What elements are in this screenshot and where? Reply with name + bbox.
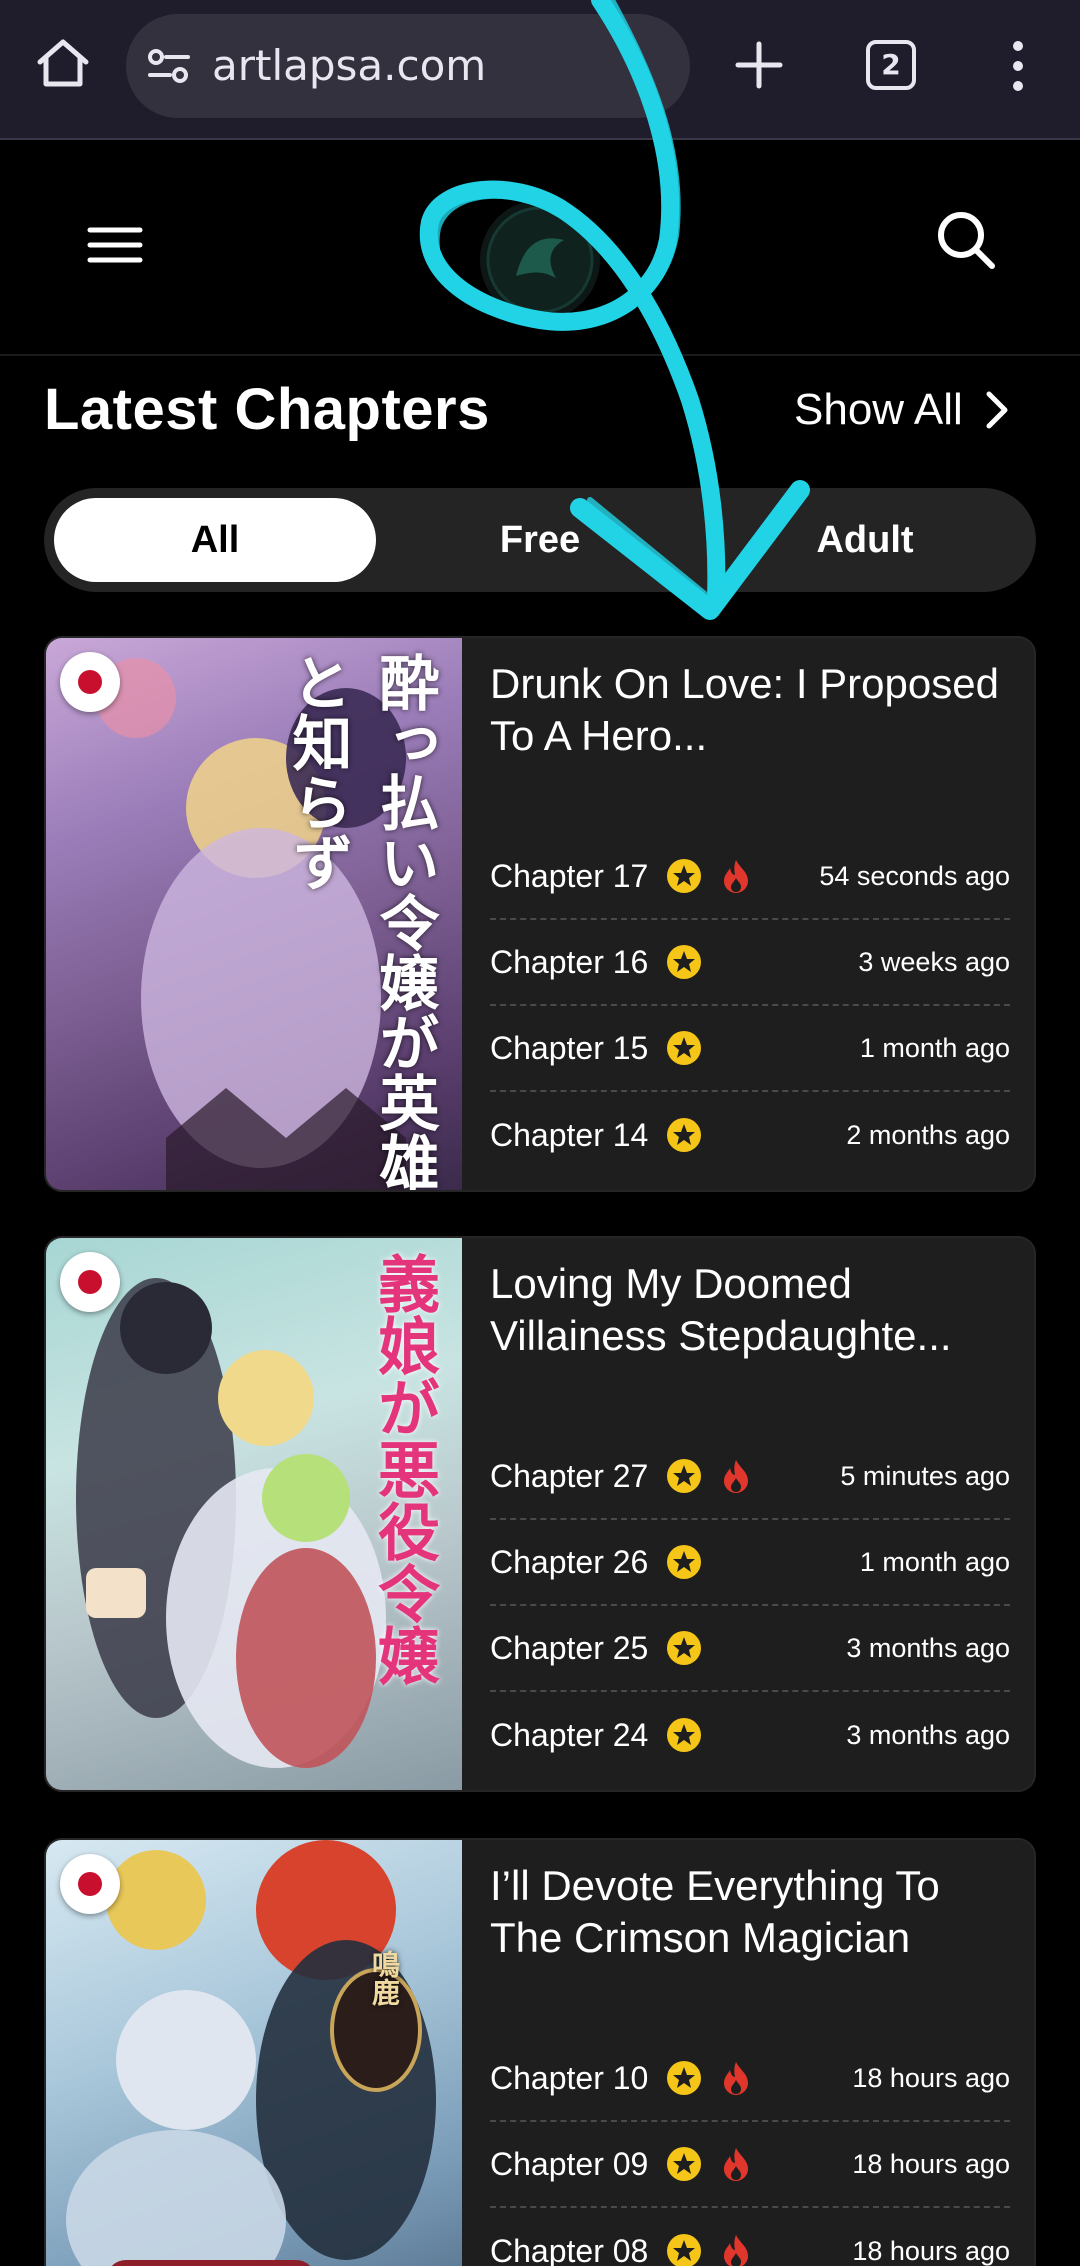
series-card[interactable]: 義娘が悪役令嬢 Loving My Doomed Villainess Step… [44, 1236, 1036, 1792]
chapter-name: Chapter 08 [490, 2232, 649, 2266]
chapter-name: Chapter 10 [490, 2059, 649, 2096]
chapter-name: Chapter 15 [490, 1029, 649, 1066]
chapter-list: Chapter 17 54 seconds ago Chapter 16 3 w… [490, 834, 1010, 1178]
chapter-row[interactable]: Chapter 16 3 weeks ago [490, 920, 1010, 1006]
star-badge-icon [667, 2061, 702, 2095]
chapter-time: 54 seconds ago [819, 860, 1010, 891]
fire-hot-icon [724, 2062, 749, 2095]
chapter-time: 3 months ago [846, 1719, 1010, 1750]
chapter-time: 3 months ago [846, 1632, 1010, 1663]
url-text: artlapsa.com [212, 41, 487, 90]
series-cover[interactable]: 義娘が悪役令嬢 [46, 1238, 462, 1790]
chapter-time: 1 month ago [859, 1546, 1010, 1577]
fire-hot-icon [724, 1460, 749, 1493]
series-title[interactable]: I’ll Devote Everything To The Crimson Ma… [490, 1860, 1010, 1964]
chapter-name: Chapter 09 [490, 2145, 649, 2182]
filter-tabs: All Free Adult [44, 488, 1036, 592]
chapter-row[interactable]: Chapter 25 3 months ago [490, 1606, 1010, 1692]
chapter-row[interactable]: Chapter 15 1 month ago [490, 1006, 1010, 1092]
tab-free[interactable]: Free [379, 498, 701, 582]
chapter-row[interactable]: Chapter 26 1 month ago [490, 1520, 1010, 1606]
star-badge-icon [667, 1631, 702, 1665]
fire-hot-icon [724, 2235, 749, 2266]
site-logo[interactable] [480, 200, 600, 320]
site-header [0, 140, 1080, 356]
japan-flag-icon [60, 652, 120, 712]
chapter-row[interactable]: Chapter 14 2 months ago [490, 1092, 1010, 1178]
chapter-name: Chapter 17 [490, 857, 649, 894]
home-icon[interactable] [34, 34, 92, 92]
show-all-link[interactable]: Show All [794, 380, 1011, 440]
chapter-time: 18 hours ago [852, 2235, 1010, 2266]
chapter-name: Chapter 16 [490, 943, 649, 980]
hamburger-menu-icon[interactable] [86, 222, 144, 268]
series-title[interactable]: Loving My Doomed Villainess Stepdaughte.… [490, 1258, 1010, 1362]
chapter-list: Chapter 27 5 minutes ago Chapter 26 1 mo… [490, 1434, 1010, 1778]
chapter-name: Chapter 24 [490, 1716, 649, 1753]
cover-title-text: 義娘が悪役令嬢 [367, 1252, 440, 1686]
series-card[interactable]: 鳴鹿 I’ll Devote Everything To The Crimson… [44, 1838, 1036, 2266]
chapter-name: Chapter 26 [490, 1543, 649, 1580]
chevron-right-icon [986, 391, 1008, 429]
chapter-row[interactable]: Chapter 09 18 hours ago [490, 2122, 1010, 2208]
star-badge-icon [667, 2147, 702, 2181]
chapter-name: Chapter 25 [490, 1629, 649, 1666]
chapter-time: 18 hours ago [852, 2148, 1010, 2179]
chapter-time: 5 minutes ago [840, 1460, 1010, 1491]
search-icon[interactable] [934, 208, 998, 272]
japan-flag-icon [60, 1854, 120, 1914]
new-tab-icon[interactable] [730, 36, 788, 94]
chapter-time: 18 hours ago [852, 2062, 1010, 2093]
chapter-row[interactable]: Chapter 10 18 hours ago [490, 2036, 1010, 2122]
chapter-list: Chapter 10 18 hours ago Chapter 09 18 ho… [490, 2036, 1010, 2266]
chapter-row[interactable]: Chapter 24 3 months ago [490, 1692, 1010, 1778]
latest-chapters-heading: Latest Chapters [44, 377, 490, 442]
fire-hot-icon [724, 2148, 749, 2181]
series-title[interactable]: Drunk On Love: I Proposed To A Hero... [490, 658, 1010, 762]
star-badge-icon [667, 1545, 702, 1579]
site-settings-icon[interactable] [146, 46, 192, 86]
star-badge-icon [667, 1031, 702, 1065]
address-bar[interactable]: artlapsa.com [126, 14, 690, 118]
chapter-name: Chapter 27 [490, 1457, 649, 1494]
chapter-time: 2 months ago [846, 1119, 1010, 1150]
series-cover[interactable]: 鳴鹿 [46, 1840, 462, 2266]
fire-hot-icon [724, 860, 749, 893]
star-badge-icon [667, 859, 702, 893]
tab-adult[interactable]: Adult [704, 498, 1026, 582]
tab-all[interactable]: All [54, 498, 376, 582]
star-badge-icon [667, 1459, 702, 1493]
series-card[interactable]: 酔っ払い令嬢が英雄と知らず Drunk On Love: I Proposed … [44, 636, 1036, 1192]
chapter-time: 3 weeks ago [858, 946, 1010, 977]
show-all-label: Show All [794, 385, 963, 434]
star-badge-icon [667, 1118, 702, 1152]
browser-toolbar: artlapsa.com 2 [0, 0, 1080, 140]
star-badge-icon [667, 945, 702, 979]
chapter-name: Chapter 14 [490, 1116, 649, 1153]
star-badge-icon [667, 2234, 702, 2266]
japan-flag-icon [60, 1252, 120, 1312]
cover-title-text: 鳴鹿 [368, 1950, 401, 2006]
chapter-row[interactable]: Chapter 17 54 seconds ago [490, 834, 1010, 920]
chapter-row[interactable]: Chapter 27 5 minutes ago [490, 1434, 1010, 1520]
cover-title-text: 酔っ払い令嬢が英雄と知らず [282, 652, 439, 1192]
tab-switcher-button[interactable]: 2 [866, 40, 916, 90]
series-cover[interactable]: 酔っ払い令嬢が英雄と知らず [46, 638, 462, 1192]
more-options-icon[interactable] [998, 38, 1038, 94]
chapter-row[interactable]: Chapter 08 18 hours ago [490, 2208, 1010, 2266]
star-badge-icon [667, 1718, 702, 1752]
chapter-time: 1 month ago [859, 1032, 1010, 1063]
